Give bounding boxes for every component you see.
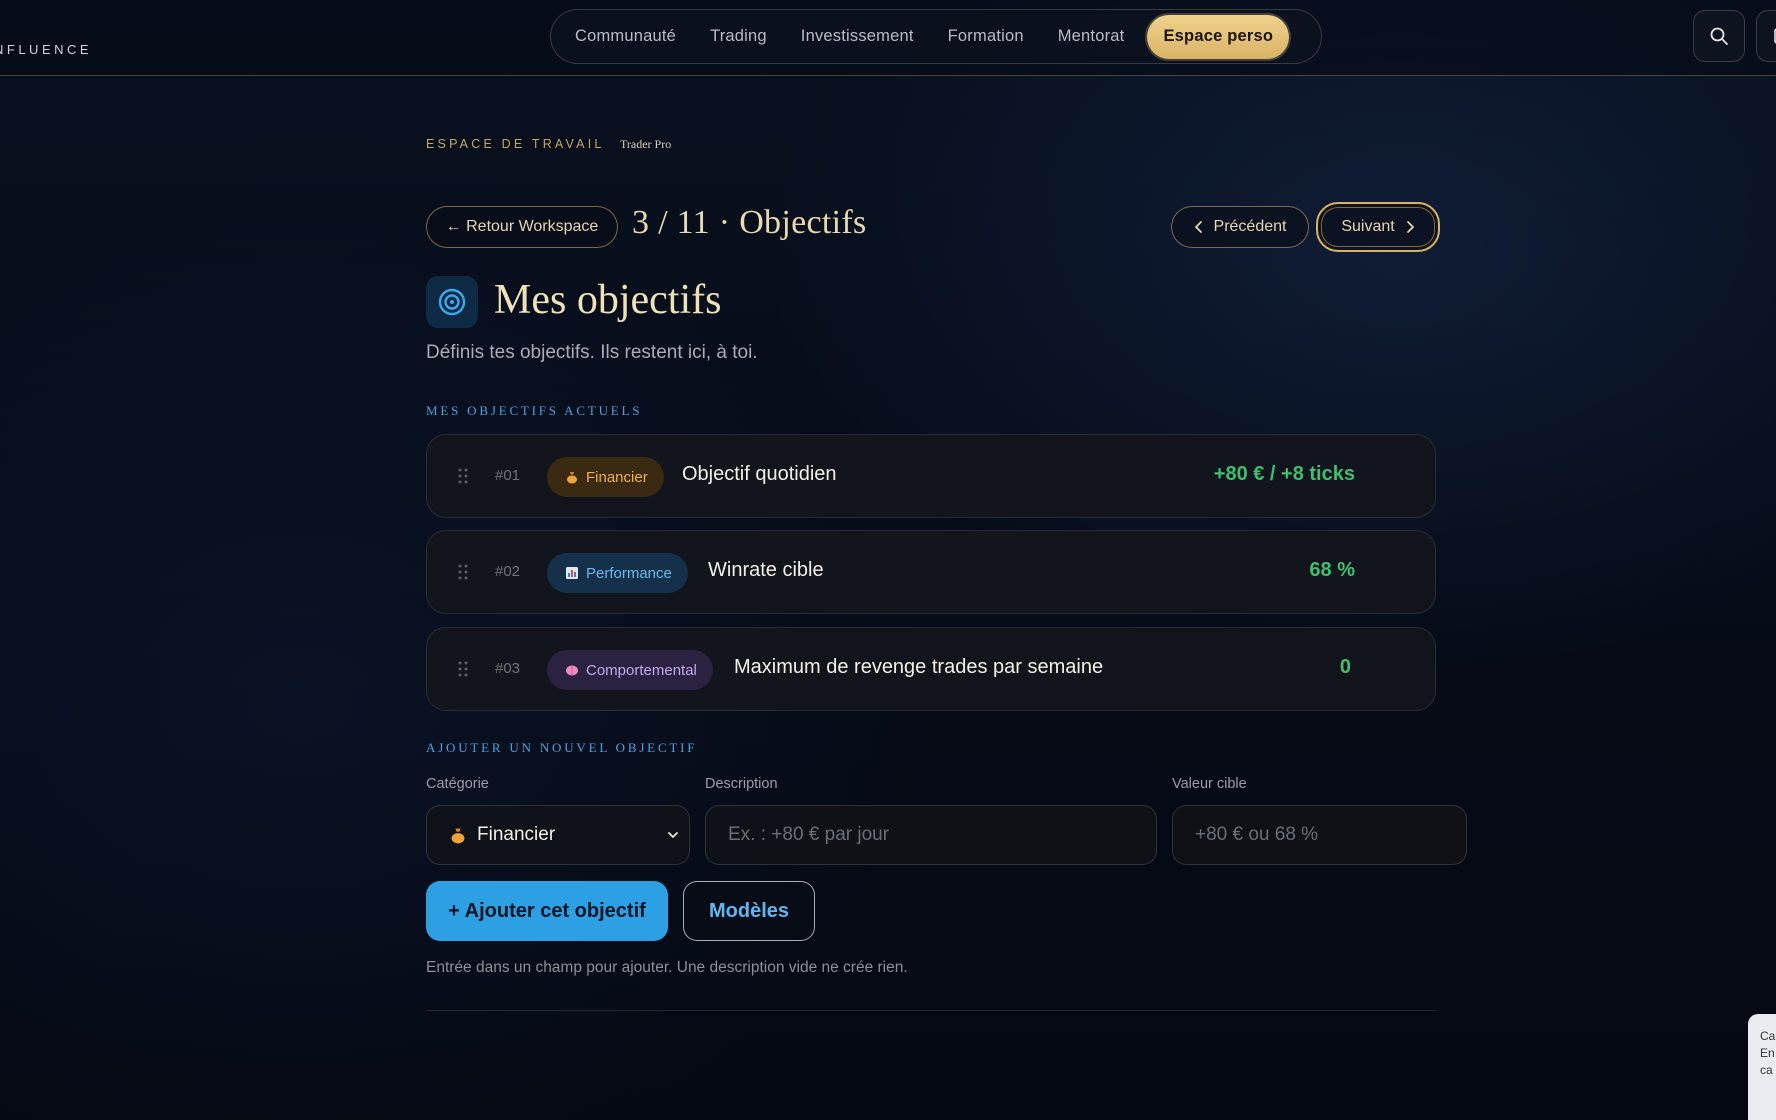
- next-button[interactable]: Suivant: [1316, 202, 1440, 252]
- current-goals-label: MES OBJECTIFS ACTUELS: [426, 403, 643, 418]
- side-popup-card[interactable]: Ca En ca: [1748, 1014, 1776, 1120]
- money-bag-icon: [451, 828, 465, 844]
- chevron-down-icon: [668, 832, 678, 839]
- back-to-workspace-button[interactable]: ← Retour Workspace: [426, 206, 618, 248]
- goal-description: Maximum de revenge trades par semaine: [734, 656, 1104, 678]
- drag-handle-icon[interactable]: [457, 659, 469, 679]
- target-icon-tile: [426, 276, 478, 328]
- goal-row[interactable]: #02 Performance Winrate cible 68 %: [426, 530, 1436, 614]
- page-subtitle: Définis tes objectifs. Ils restent ici, …: [426, 342, 758, 363]
- drag-handle-icon[interactable]: [457, 562, 469, 582]
- nav-item-espace-perso[interactable]: Espace perso: [1147, 14, 1290, 59]
- category-select[interactable]: Financier: [426, 805, 690, 865]
- page-title: Mes objectifs: [494, 277, 722, 323]
- category-label: Comportemental: [586, 661, 697, 679]
- goal-row[interactable]: #03 Comportemental Maximum de revenge tr…: [426, 627, 1436, 711]
- section-divider: [426, 1010, 1436, 1011]
- next-label: Suivant: [1341, 218, 1395, 235]
- brain-icon: [566, 665, 578, 676]
- previous-label: Précédent: [1213, 218, 1287, 235]
- goal-number: #03: [495, 660, 521, 677]
- category-field-label: Catégorie: [426, 776, 489, 792]
- goal-row[interactable]: #01 Financier Objectif quotidien +80 € /…: [426, 434, 1436, 518]
- nav-item-trading[interactable]: Trading: [693, 15, 784, 59]
- category-label: Performance: [586, 564, 672, 582]
- workspace-plan-tag: Trader Pro: [620, 137, 672, 151]
- panel-button[interactable]: [1756, 10, 1776, 62]
- category-label: Financier: [586, 468, 648, 486]
- side-card-line: Ca: [1760, 1029, 1776, 1043]
- description-field[interactable]: [705, 805, 1157, 865]
- goal-number: #02: [495, 563, 521, 580]
- nav-item-formation[interactable]: Formation: [931, 15, 1041, 59]
- new-goal-label: AJOUTER UN NOUVEL OBJECTIF: [426, 740, 698, 755]
- nav-item-investissement[interactable]: Investissement: [784, 15, 931, 59]
- target-value-input[interactable]: [1195, 824, 1444, 846]
- chevron-left-icon: [1194, 221, 1202, 233]
- side-card-line: ca: [1760, 1063, 1773, 1077]
- brand-logo[interactable]: NFLUENCE: [0, 42, 92, 57]
- top-navigation-bar: NFLUENCE Communauté Trading Investisseme…: [0, 0, 1776, 76]
- form-hint: Entrée dans un champ pour ajouter. Une d…: [426, 959, 908, 976]
- category-select-value: Financier: [477, 824, 556, 845]
- goal-description: Winrate cible: [708, 559, 824, 581]
- money-bag-icon: [567, 472, 577, 484]
- main-nav: Communauté Trading Investissement Format…: [550, 9, 1322, 64]
- goal-value: 0: [1339, 656, 1351, 678]
- nav-item-communaute[interactable]: Communauté: [558, 15, 693, 59]
- description-field-label: Description: [705, 776, 778, 792]
- search-icon: [1710, 27, 1728, 45]
- add-goal-button[interactable]: + Ajouter cet objectif: [426, 881, 668, 941]
- category-badge-financier: Financier: [547, 457, 664, 497]
- side-card-line: En: [1760, 1046, 1775, 1060]
- search-button[interactable]: [1693, 10, 1745, 62]
- goal-value: +80 € / +8 ticks: [1213, 463, 1355, 485]
- step-title: 3 / 11 · Objectifs: [632, 204, 867, 241]
- templates-button[interactable]: Modèles: [683, 881, 815, 941]
- target-icon: [438, 288, 466, 316]
- panel-icon: [1774, 28, 1776, 44]
- previous-button[interactable]: Précédent: [1171, 206, 1309, 248]
- category-badge-comportemental: Comportemental: [547, 650, 713, 690]
- workspace-eyebrow: ESPACE DE TRAVAIL: [426, 137, 605, 151]
- chart-icon: [566, 567, 578, 579]
- goal-number: #01: [495, 467, 521, 484]
- goal-value: 68 %: [1309, 559, 1355, 581]
- description-input[interactable]: [728, 824, 1134, 846]
- nav-item-mentorat[interactable]: Mentorat: [1041, 15, 1142, 59]
- goal-description: Objectif quotidien: [682, 463, 837, 485]
- drag-handle-icon[interactable]: [457, 466, 469, 486]
- chevron-right-icon: [1406, 221, 1414, 233]
- target-value-field[interactable]: [1172, 805, 1467, 865]
- target-field-label: Valeur cible: [1172, 776, 1247, 792]
- category-badge-performance: Performance: [547, 553, 688, 593]
